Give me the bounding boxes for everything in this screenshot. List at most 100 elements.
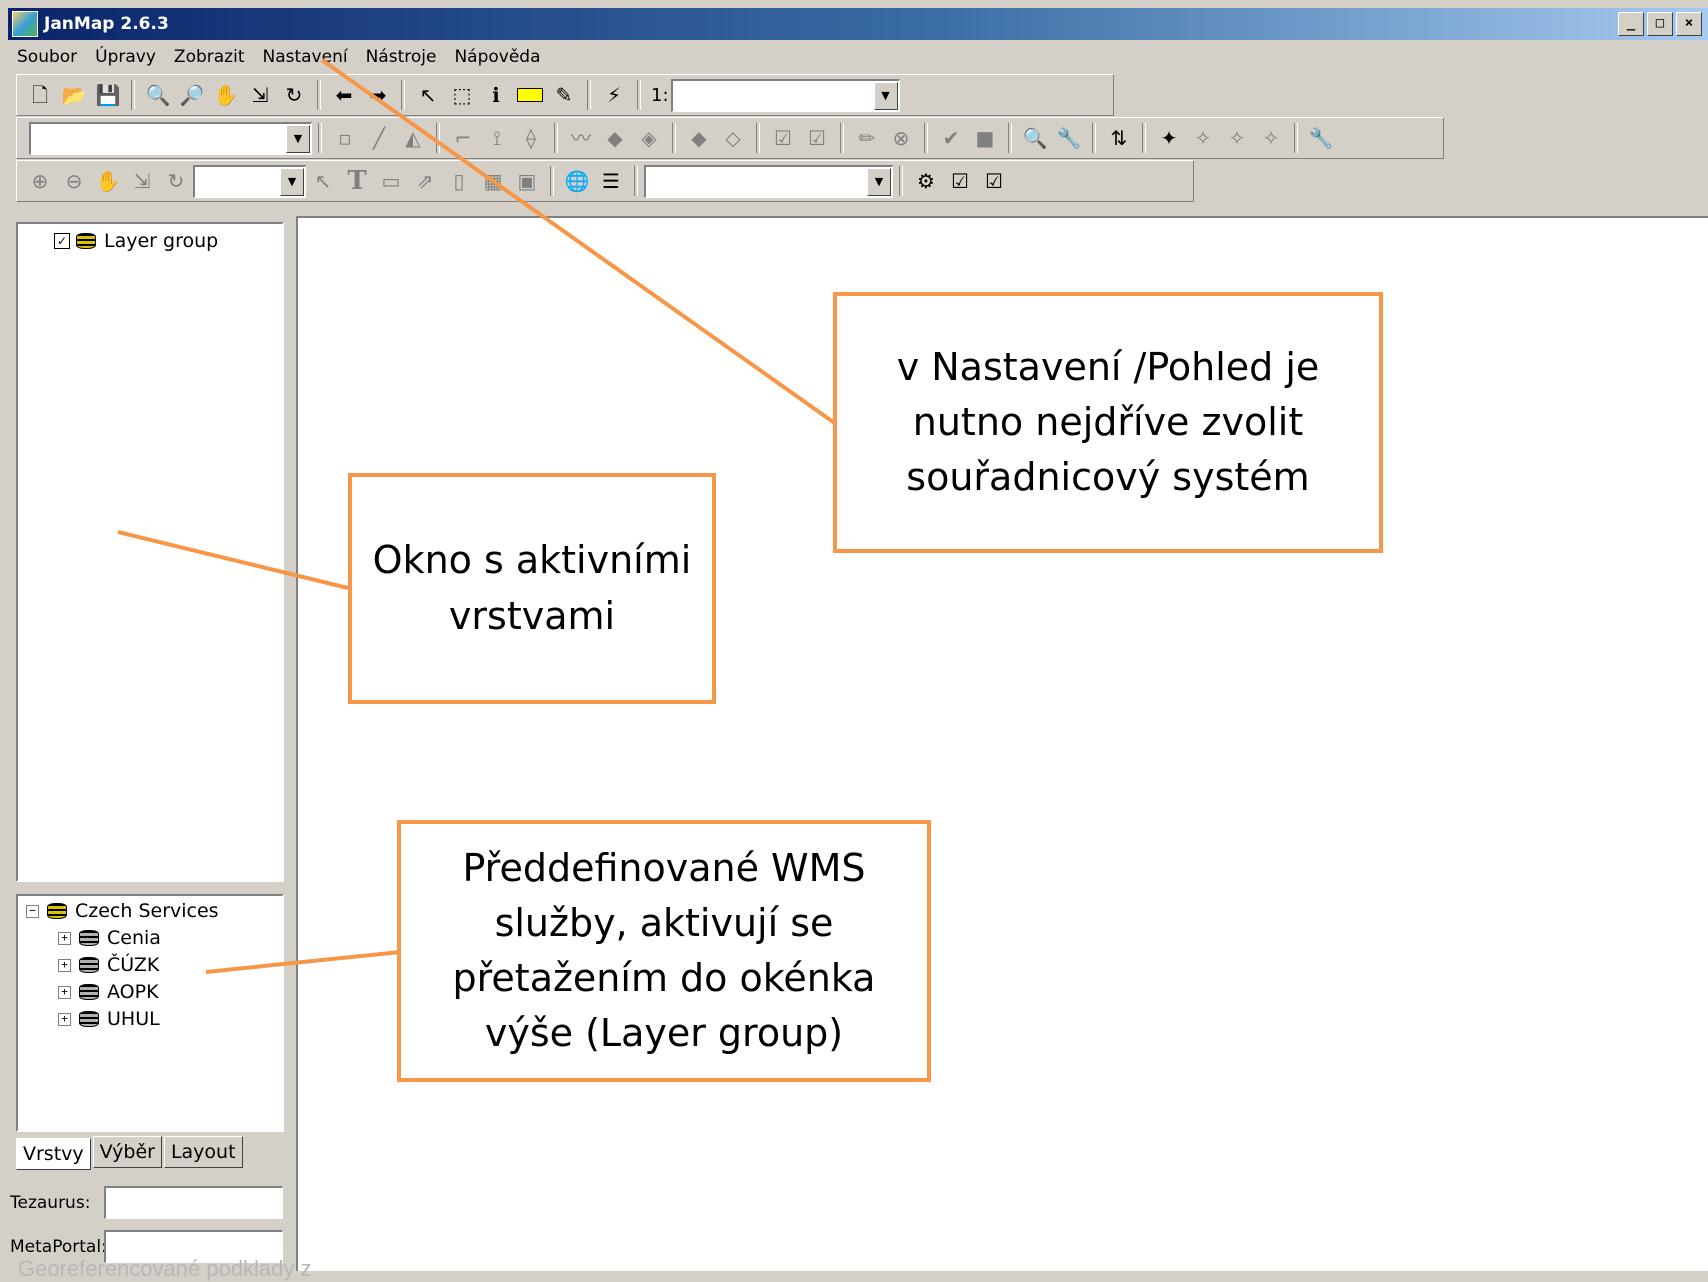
tab-vrstvy[interactable]: Vrstvy: [16, 1138, 91, 1170]
ruler-shape: [517, 88, 543, 102]
maximize-button[interactable]: □: [1647, 12, 1673, 36]
polygon-icon[interactable]: ◭: [398, 123, 428, 153]
edit-shape-icon[interactable]: ◆: [600, 123, 630, 153]
north-arrow-icon[interactable]: ⇗: [410, 166, 440, 196]
line-icon[interactable]: ╱: [364, 123, 394, 153]
save-icon[interactable]: 💾: [93, 80, 123, 110]
layout-extent-icon[interactable]: ⇲: [127, 166, 157, 196]
layout-zoom-out-icon[interactable]: ⊖: [59, 166, 89, 196]
toolbar-separator: [318, 123, 322, 153]
layout-pan-icon[interactable]: ✋: [93, 166, 123, 196]
expand-icon[interactable]: +: [58, 931, 71, 945]
validate-icon[interactable]: ☑: [945, 166, 975, 196]
check-select-icon[interactable]: ☑: [768, 123, 798, 153]
layout-zoom-combo[interactable]: ▼: [193, 164, 306, 198]
zoom-extent-icon[interactable]: ⇲: [245, 80, 275, 110]
layers-panel[interactable]: ✓ Layer group: [16, 222, 284, 882]
chevron-down-icon[interactable]: ▼: [867, 167, 891, 196]
layout-zoom-in-icon[interactable]: ⊕: [25, 166, 55, 196]
sort-layers-icon[interactable]: ⇅: [1104, 123, 1134, 153]
czech-services-row[interactable]: − Czech Services: [26, 898, 219, 924]
menu-soubor[interactable]: Soubor: [8, 47, 86, 67]
layer-select-combo[interactable]: ▼: [29, 121, 312, 155]
minimize-button[interactable]: _: [1618, 12, 1644, 36]
back-arrow-icon[interactable]: ⬅: [329, 80, 359, 110]
gps-icon[interactable]: ✦: [1154, 123, 1184, 153]
tab-vyber[interactable]: Výběr: [92, 1136, 162, 1168]
layout-refresh-icon[interactable]: ↻: [161, 166, 191, 196]
title-bar: JanMap 2.6.3 _ □ ×: [8, 8, 1708, 40]
collapse-icon[interactable]: −: [26, 904, 39, 918]
draw-area-icon[interactable]: ✎: [549, 80, 579, 110]
service-row-uhul[interactable]: + UHUL: [58, 1006, 160, 1032]
check-all-icon[interactable]: ☑: [802, 123, 832, 153]
validate-all-icon[interactable]: ☑: [979, 166, 1009, 196]
menu-napoveda[interactable]: Nápověda: [445, 47, 549, 67]
gps-move-icon[interactable]: ✧: [1222, 123, 1252, 153]
wrench-icon[interactable]: 🔧: [1054, 123, 1084, 153]
add-wms-icon[interactable]: ⚙: [911, 166, 941, 196]
globe-icon[interactable]: 🌐: [562, 166, 592, 196]
layer-group-checkbox[interactable]: ✓: [54, 233, 70, 249]
chevron-down-icon[interactable]: ▼: [286, 124, 310, 153]
union-icon[interactable]: ◆: [684, 123, 714, 153]
close-button[interactable]: ×: [1676, 12, 1702, 36]
toolbar-separator: [756, 123, 760, 153]
list-icon[interactable]: ☰: [596, 166, 626, 196]
tezaurus-input[interactable]: [104, 1186, 283, 1219]
text-tool-icon[interactable]: T: [342, 166, 372, 196]
menu-upravy[interactable]: Úpravy: [86, 47, 165, 67]
service-row-cenia[interactable]: + Cenia: [58, 925, 161, 951]
stop-icon[interactable]: ■: [970, 123, 1000, 153]
layer-group-row[interactable]: ✓ Layer group: [54, 228, 218, 254]
delete-icon[interactable]: ⊗: [886, 123, 916, 153]
info-icon[interactable]: ℹ: [481, 80, 511, 110]
chevron-down-icon[interactable]: ▼: [873, 81, 898, 110]
measure-ruler-icon[interactable]: [515, 80, 545, 110]
window-controls: _ □ ×: [1618, 12, 1702, 36]
menu-zobrazit[interactable]: Zobrazit: [165, 47, 254, 67]
toolbar-separator: [131, 80, 135, 110]
select-pointer-icon[interactable]: ↖: [413, 80, 443, 110]
select-box-icon[interactable]: ⬚: [447, 80, 477, 110]
expand-icon[interactable]: +: [58, 1012, 71, 1026]
open-folder-icon[interactable]: 📂: [59, 80, 89, 110]
menu-nastroje[interactable]: Nástroje: [357, 47, 446, 67]
tab-layout[interactable]: Layout: [163, 1136, 243, 1168]
frame-icon[interactable]: ▣: [512, 166, 542, 196]
pencil-icon[interactable]: ✏: [852, 123, 882, 153]
expand-icon[interactable]: +: [58, 985, 71, 999]
zoom-in-icon[interactable]: 🔍: [143, 80, 173, 110]
merge-icon[interactable]: ⟠: [516, 123, 546, 153]
zoom-out-icon[interactable]: 🔎: [177, 80, 207, 110]
edit-line-icon[interactable]: 〰: [566, 123, 596, 153]
service-row-cuzk[interactable]: + ČÚZK: [58, 952, 159, 978]
scalebar-icon[interactable]: ▭: [376, 166, 406, 196]
scale-combo[interactable]: ▼: [670, 78, 900, 112]
layout-select-icon[interactable]: ↖: [308, 166, 338, 196]
legend-icon[interactable]: ▯: [444, 166, 474, 196]
new-file-icon[interactable]: 🗋: [25, 80, 55, 110]
move-vertex-icon[interactable]: ⌐: [448, 123, 478, 153]
service-label: ČÚZK: [107, 954, 160, 976]
gps-add-icon[interactable]: ✧: [1188, 123, 1218, 153]
service-row-aopk[interactable]: + AOPK: [58, 979, 159, 1005]
zoom-tool-icon[interactable]: 🔍: [1020, 123, 1050, 153]
lightning-icon[interactable]: ⚡: [599, 80, 629, 110]
menu-nastaveni[interactable]: Nastavení: [253, 47, 356, 67]
expand-icon[interactable]: +: [58, 958, 71, 972]
confirm-icon[interactable]: ✔: [936, 123, 966, 153]
wms-services-panel[interactable]: − Czech Services + Cenia + ČÚZK + AOPK +…: [16, 894, 284, 1132]
point-icon[interactable]: ▫: [330, 123, 360, 153]
service-combo[interactable]: ▼: [644, 164, 893, 198]
shape-cut-icon[interactable]: ◈: [634, 123, 664, 153]
forward-arrow-icon[interactable]: ➡: [363, 80, 393, 110]
difference-icon[interactable]: ◇: [718, 123, 748, 153]
chevron-down-icon[interactable]: ▼: [280, 167, 304, 196]
refresh-icon[interactable]: ↻: [279, 80, 309, 110]
wrench-icon[interactable]: 🔧: [1306, 123, 1336, 153]
table-icon[interactable]: ▦: [478, 166, 508, 196]
split-icon[interactable]: ⟟: [482, 123, 512, 153]
gps-settings-icon[interactable]: ✧: [1256, 123, 1286, 153]
pan-hand-icon[interactable]: ✋: [211, 80, 241, 110]
